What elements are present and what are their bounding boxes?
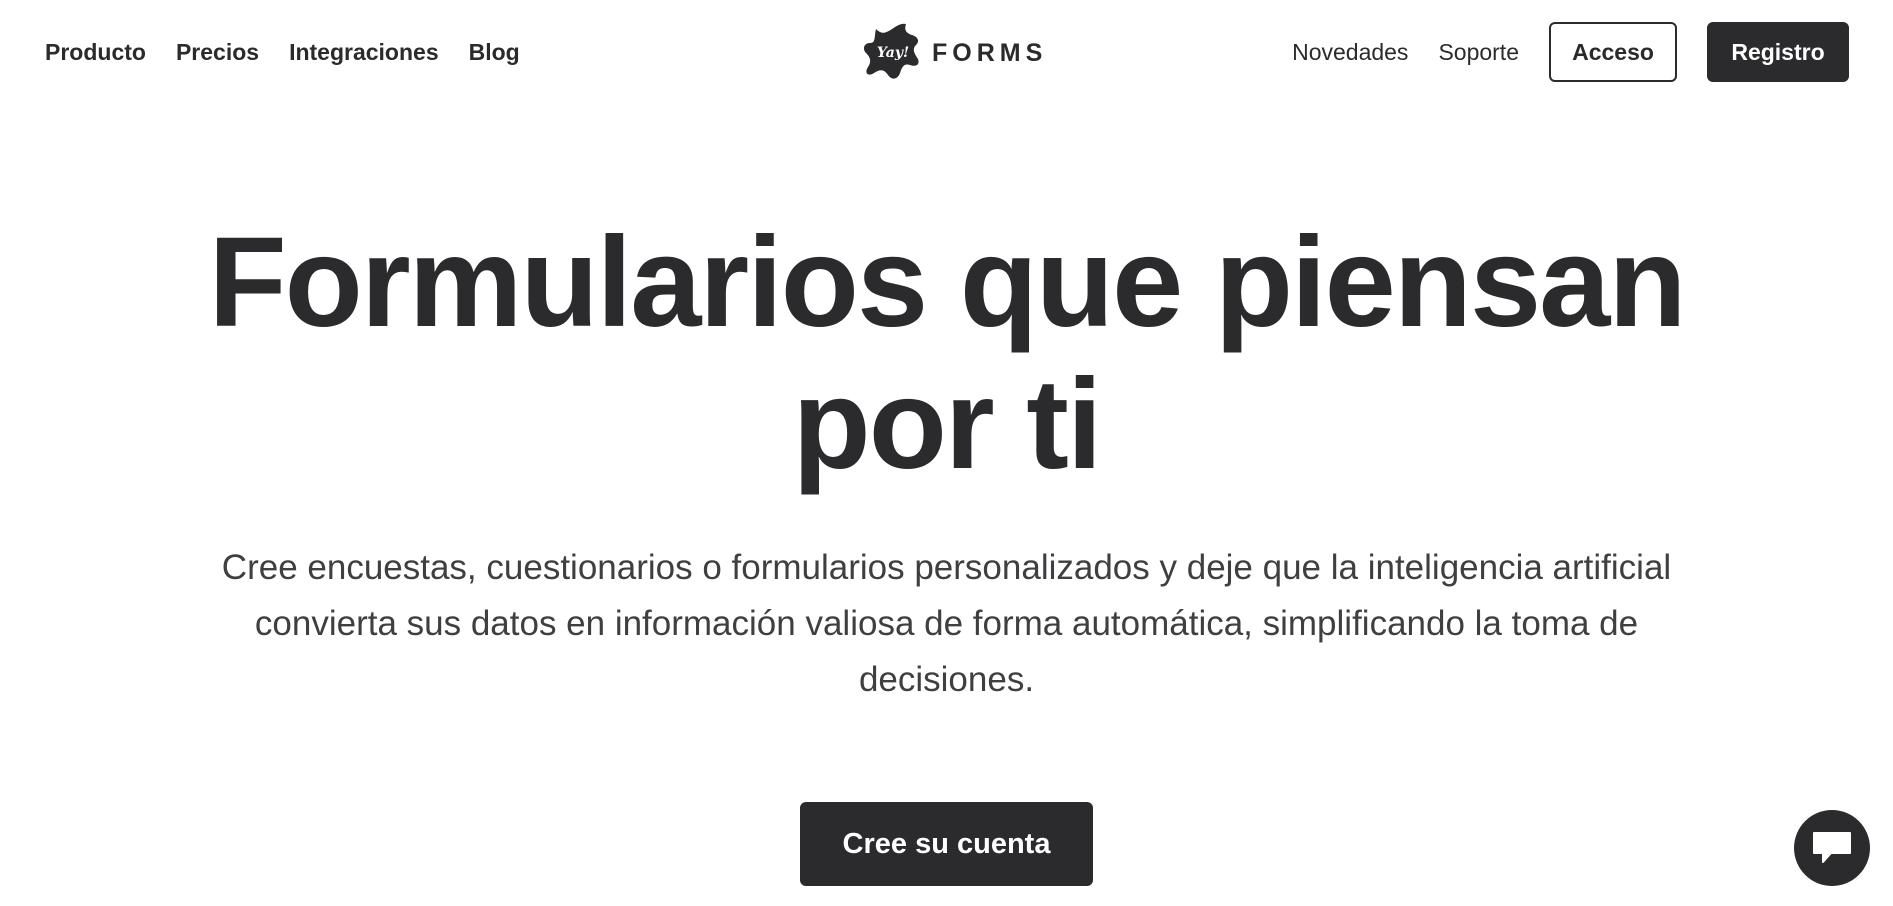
logo-wordmark: FORMS: [932, 39, 1048, 67]
nav-link-novedades[interactable]: Novedades: [1292, 22, 1408, 82]
nav-link-soporte[interactable]: Soporte: [1438, 22, 1519, 82]
hero-subtitle: Cree encuestas, cuestionarios o formular…: [221, 548, 1672, 699]
primary-nav: Producto Precios Integraciones Blog: [45, 36, 520, 68]
create-account-button[interactable]: Cree su cuenta: [800, 802, 1093, 886]
site-header: Producto Precios Integraciones Blog Yay!…: [0, 0, 1893, 104]
login-button[interactable]: Acceso: [1549, 22, 1677, 82]
nav-link-precios[interactable]: Precios: [176, 36, 259, 68]
secondary-nav: Novedades Soporte Acceso Registro: [1292, 22, 1849, 82]
yay-logo-mark-icon: Yay!: [863, 23, 919, 79]
hero-title-line-1: Formularios que piensan: [208, 211, 1686, 354]
svg-text:Yay!: Yay!: [877, 45, 909, 61]
signup-button[interactable]: Registro: [1707, 22, 1849, 82]
chat-icon: [1813, 832, 1851, 863]
page: Producto Precios Integraciones Blog Yay!…: [0, 0, 1893, 906]
nav-link-integraciones[interactable]: Integraciones: [289, 36, 439, 68]
nav-link-blog[interactable]: Blog: [469, 36, 520, 68]
hero-title: Formularios que piensan por ti: [0, 212, 1893, 496]
brand-logo[interactable]: Yay! FORMS: [862, 20, 1047, 84]
nav-link-producto[interactable]: Producto: [45, 36, 146, 68]
hero-title-line-2: por ti: [792, 353, 1103, 496]
chat-launcher-button[interactable]: [1794, 810, 1870, 886]
